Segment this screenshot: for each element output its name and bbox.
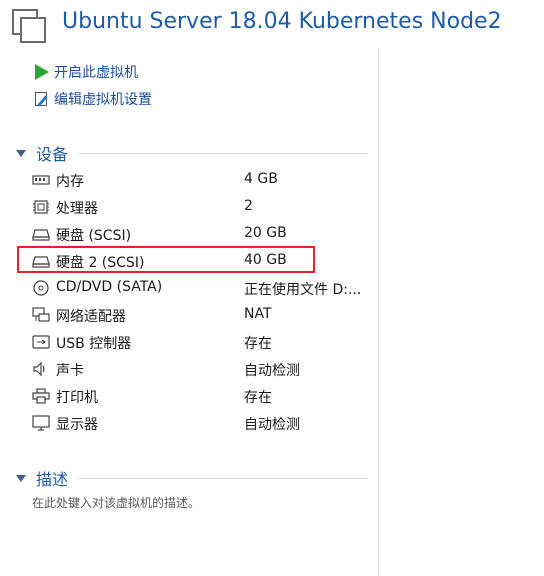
highlight-box bbox=[17, 246, 315, 273]
device-value: 存在 bbox=[244, 390, 272, 406]
device-name: CD/DVD (SATA) bbox=[56, 279, 163, 295]
device-row-memory[interactable]: 内存 4 GB bbox=[32, 167, 362, 194]
network-adapter-icon bbox=[32, 307, 50, 322]
device-row-usb-controller[interactable]: USB 控制器 存在 bbox=[32, 329, 362, 356]
device-value: 存在 bbox=[244, 336, 272, 352]
usb-icon bbox=[32, 335, 50, 349]
edit-vm-settings-button[interactable]: 编辑虚拟机设置 bbox=[34, 89, 152, 109]
device-row-cd-dvd[interactable]: CD/DVD (SATA) 正在使用文件 D:... bbox=[32, 275, 362, 302]
device-name: 处理器 bbox=[56, 201, 98, 217]
play-icon bbox=[34, 64, 50, 80]
monitor-icon bbox=[32, 415, 50, 431]
device-row-printer[interactable]: 打印机 存在 bbox=[32, 383, 362, 410]
device-name: 声卡 bbox=[56, 363, 84, 379]
device-name: USB 控制器 bbox=[56, 336, 132, 352]
device-value: NAT bbox=[244, 306, 272, 322]
device-value: 4 GB bbox=[244, 171, 278, 187]
collapse-triangle-icon bbox=[16, 474, 26, 482]
description-section-divider bbox=[78, 478, 368, 479]
device-value: 正在使用文件 D:... bbox=[244, 282, 362, 298]
hard-disk-icon bbox=[32, 229, 50, 241]
device-value: 2 bbox=[244, 198, 253, 214]
collapse-triangle-icon bbox=[16, 149, 26, 157]
device-name: 打印机 bbox=[56, 390, 98, 406]
device-row-hard-disk[interactable]: 硬盘 (SCSI) 20 GB bbox=[32, 221, 362, 248]
device-name: 硬盘 (SCSI) bbox=[56, 228, 132, 244]
device-row-network-adapter[interactable]: 网络适配器 NAT bbox=[32, 302, 362, 329]
devices-section-title: 设备 bbox=[36, 145, 69, 164]
device-row-processor[interactable]: 处理器 2 bbox=[32, 194, 362, 221]
device-row-display[interactable]: 显示器 自动检测 bbox=[32, 410, 362, 437]
device-value: 自动检测 bbox=[244, 417, 300, 433]
power-on-label: 开启此虚拟机 bbox=[54, 65, 138, 81]
device-row-sound-card[interactable]: 声卡 自动检测 bbox=[32, 356, 362, 383]
device-value: 自动检测 bbox=[244, 363, 300, 379]
devices-section-divider bbox=[78, 153, 368, 154]
edit-settings-label: 编辑虚拟机设置 bbox=[54, 92, 152, 108]
description-section-toggle[interactable]: 描述 bbox=[16, 466, 68, 490]
device-name: 内存 bbox=[56, 174, 84, 190]
speaker-icon bbox=[33, 361, 45, 377]
vm-title: Ubuntu Server 18.04 Kubernetes Node2 bbox=[62, 9, 502, 34]
memory-icon bbox=[32, 175, 50, 185]
cd-dvd-icon bbox=[33, 280, 49, 296]
device-value: 20 GB bbox=[244, 225, 287, 241]
description-section-title: 描述 bbox=[36, 470, 69, 489]
devices-section-toggle[interactable]: 设备 bbox=[16, 141, 68, 165]
panel-divider bbox=[378, 48, 379, 576]
printer-icon bbox=[32, 388, 50, 404]
virtual-machine-icon bbox=[12, 9, 46, 43]
power-on-vm-button[interactable]: 开启此虚拟机 bbox=[34, 62, 138, 82]
vm-header: Ubuntu Server 18.04 Kubernetes Node2 bbox=[0, 0, 544, 48]
device-name: 显示器 bbox=[56, 417, 98, 433]
device-name: 网络适配器 bbox=[56, 309, 126, 325]
edit-settings-icon bbox=[34, 91, 50, 107]
processor-icon bbox=[33, 200, 49, 214]
description-input[interactable]: 在此处键入对该虚拟机的描述。 bbox=[32, 494, 200, 511]
